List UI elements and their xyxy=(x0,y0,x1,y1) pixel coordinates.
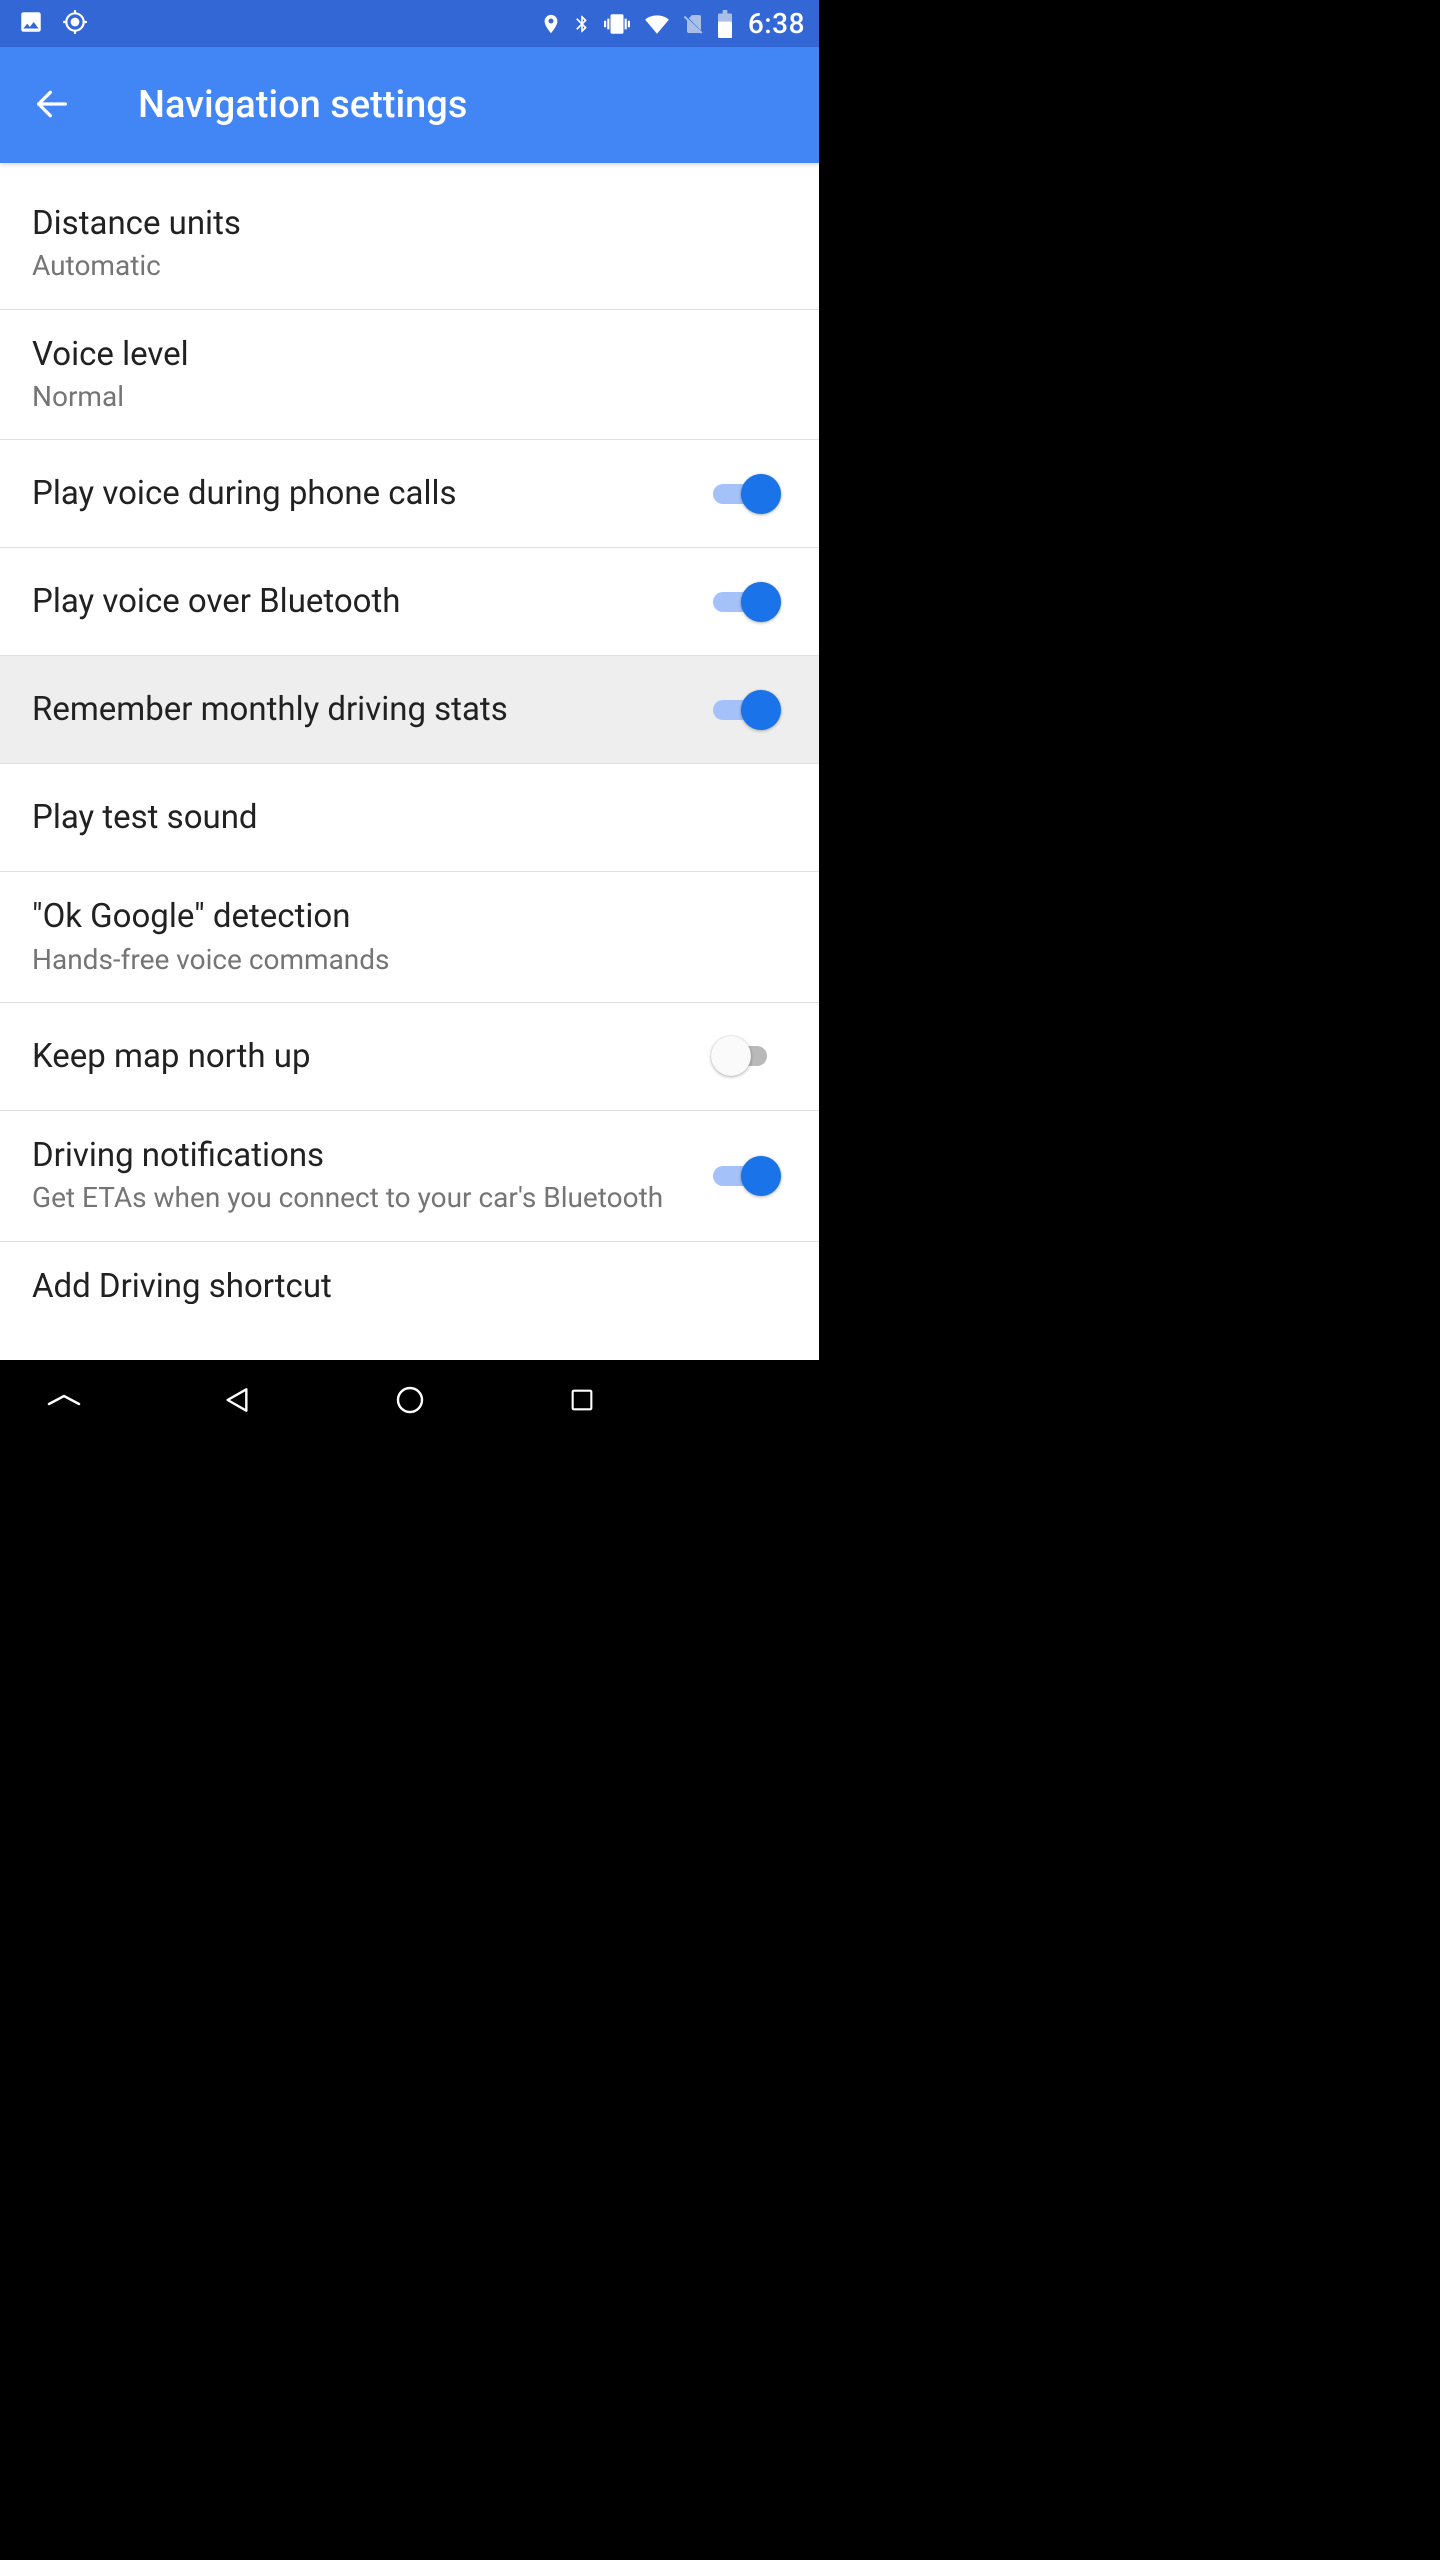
status-time: 6:38 xyxy=(748,7,805,40)
setting-title: Play voice during phone calls xyxy=(32,473,695,514)
setting-subtitle: Automatic xyxy=(32,248,789,284)
setting-title: Play voice over Bluetooth xyxy=(32,581,695,622)
bluetooth-icon xyxy=(572,11,592,37)
wifi-icon xyxy=(642,11,672,37)
setting-subtitle: Hands-free voice commands xyxy=(32,942,789,978)
setting-distance-units[interactable]: Distance units Automatic xyxy=(0,163,819,310)
vibrate-icon xyxy=(602,11,632,37)
location-pin-icon xyxy=(540,11,562,37)
setting-keep-map-north-up[interactable]: Keep map north up xyxy=(0,1003,819,1111)
setting-driving-notifications[interactable]: Driving notifications Get ETAs when you … xyxy=(0,1111,819,1242)
toggle-monthly-driving-stats[interactable] xyxy=(711,688,781,732)
status-bar: 6:38 xyxy=(0,0,819,47)
nav-caret-button[interactable] xyxy=(28,1376,100,1424)
toggle-voice-over-bluetooth[interactable] xyxy=(711,580,781,624)
location-crosshair-icon xyxy=(62,9,88,39)
battery-icon xyxy=(716,10,734,38)
setting-ok-google-detection[interactable]: "Ok Google" detection Hands-free voice c… xyxy=(0,872,819,1003)
setting-title: "Ok Google" detection xyxy=(32,896,789,937)
setting-title: Keep map north up xyxy=(32,1036,695,1077)
setting-title: Voice level xyxy=(32,334,789,375)
setting-subtitle: Normal xyxy=(32,379,789,415)
setting-title: Add Driving shortcut xyxy=(32,1266,789,1304)
setting-voice-level[interactable]: Voice level Normal xyxy=(0,310,819,441)
toggle-keep-map-north-up[interactable] xyxy=(711,1034,781,1078)
setting-subtitle: Get ETAs when you connect to your car's … xyxy=(32,1180,695,1216)
setting-monthly-driving-stats[interactable]: Remember monthly driving stats xyxy=(0,656,819,764)
arrow-back-icon xyxy=(32,84,72,127)
setting-add-driving-shortcut[interactable]: Add Driving shortcut xyxy=(0,1242,819,1304)
no-sim-icon xyxy=(682,11,706,37)
image-icon xyxy=(18,9,44,39)
page-title: Navigation settings xyxy=(138,83,467,127)
nav-recent-button[interactable] xyxy=(546,1376,618,1424)
setting-title: Play test sound xyxy=(32,797,789,838)
setting-title: Remember monthly driving stats xyxy=(32,689,695,730)
back-button[interactable] xyxy=(28,81,76,129)
nav-home-button[interactable] xyxy=(374,1376,446,1424)
setting-voice-over-bluetooth[interactable]: Play voice over Bluetooth xyxy=(0,548,819,656)
setting-play-test-sound[interactable]: Play test sound xyxy=(0,764,819,872)
setting-title: Driving notifications xyxy=(32,1135,695,1176)
nav-back-button[interactable] xyxy=(201,1376,273,1424)
toggle-driving-notifications[interactable] xyxy=(711,1154,781,1198)
status-right-icons: 6:38 xyxy=(540,7,805,40)
toggle-voice-during-calls[interactable] xyxy=(711,472,781,516)
system-nav-bar xyxy=(0,1360,819,1440)
setting-voice-during-calls[interactable]: Play voice during phone calls xyxy=(0,440,819,548)
setting-title: Distance units xyxy=(32,203,789,244)
settings-list[interactable]: Distance units Automatic Voice level Nor… xyxy=(0,163,819,1360)
app-bar: Navigation settings xyxy=(0,47,819,163)
status-left-icons xyxy=(18,9,88,39)
